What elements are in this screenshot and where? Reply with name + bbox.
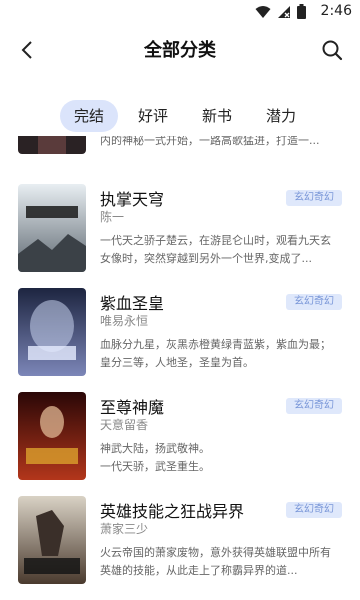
book-author: 唯易永恒 [100, 314, 149, 328]
tab-new[interactable]: 新书 [188, 100, 246, 132]
list-item[interactable]: 紫血圣皇 唯易永恒 玄幻奇幻 血脉分九星，灰黑赤橙黄绿青蓝紫，紫血为最；皇分三等… [18, 288, 342, 380]
list-item[interactable]: 至尊神魔 天意留香 玄幻奇幻 神武大陆，扬武敬神。 一代天骄，武圣重生。 [18, 392, 342, 484]
tab-potential[interactable]: 潜力 [252, 100, 310, 132]
book-cover [18, 496, 86, 584]
book-description: 内的神秘一式开始，一路高歌猛进，打造一... [100, 136, 320, 147]
list-item[interactable]: 英雄技能之狂战异界 萧家三少 玄幻奇幻 火云帝国的萧家废物，意外获得英雄联盟中所… [18, 496, 342, 588]
book-description: 火云帝国的萧家废物，意外获得英雄联盟中所有英雄的技能，从此走上了称霸异界的道..… [100, 546, 331, 577]
book-description: 一代天之骄子楚云，在游昆仑山时，观看九天玄女像时，突然穿越到另外一个世界,变成了… [100, 234, 331, 265]
list-item[interactable]: 内的神秘一式开始，一路高歌猛进，打造一... [18, 136, 342, 162]
wifi-icon [255, 4, 271, 23]
category-tabs: 完结 好评 新书 潜力 [60, 100, 310, 132]
tab-completed[interactable]: 完结 [60, 100, 119, 132]
genre-tag: 玄幻奇幻 [286, 190, 342, 206]
status-bar: 2:46 [0, 0, 360, 24]
tab-well-rated[interactable]: 好评 [124, 100, 182, 132]
battery-icon [297, 4, 306, 23]
page-title: 全部分类 [144, 40, 216, 61]
book-cover [18, 288, 86, 376]
genre-tag: 玄幻奇幻 [286, 502, 342, 518]
signal-icon [277, 4, 291, 23]
book-list[interactable]: 内的神秘一式开始，一路高歌猛进，打造一... 执掌天穹 陈一 玄幻奇幻 一代天之… [0, 136, 360, 600]
status-time: 2:46 [320, 3, 352, 19]
book-description: 神武大陆，扬武敬神。 一代天骄，武圣重生。 [100, 442, 210, 473]
book-title: 至尊神魔 [100, 398, 165, 417]
book-title: 执掌天穹 [100, 190, 165, 209]
book-author: 萧家三少 [100, 522, 149, 536]
book-author: 陈一 [100, 210, 125, 224]
genre-tag: 玄幻奇幻 [286, 398, 342, 414]
search-button[interactable] [320, 38, 344, 62]
app-bar: 全部分类 [0, 24, 360, 76]
book-description: 血脉分九星，灰黑赤橙黄绿青蓝紫，紫血为最；皇分三等，人地圣，圣皇为首。 [100, 338, 331, 369]
book-cover [18, 184, 86, 272]
book-title: 英雄技能之狂战异界 [100, 502, 245, 521]
search-icon [322, 40, 343, 61]
book-title: 紫血圣皇 [100, 294, 165, 313]
book-cover [18, 392, 86, 480]
book-author: 天意留香 [100, 418, 149, 432]
genre-tag: 玄幻奇幻 [286, 294, 342, 310]
book-cover [18, 136, 86, 154]
list-item[interactable]: 执掌天穹 陈一 玄幻奇幻 一代天之骄子楚云，在游昆仑山时，观看九天玄女像时，突然… [18, 184, 342, 276]
